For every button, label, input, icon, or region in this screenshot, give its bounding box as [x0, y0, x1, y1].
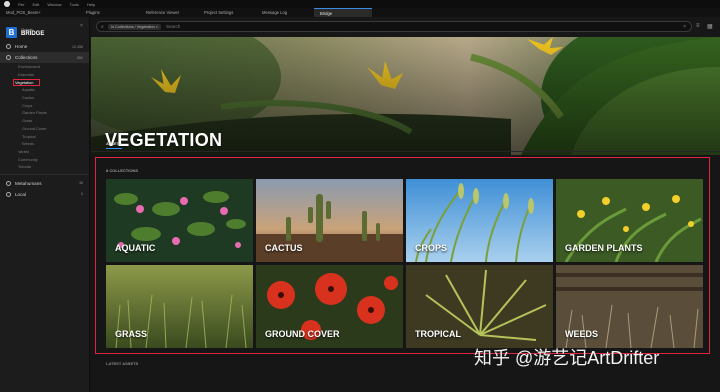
collection-card-grass[interactable]: GRASS	[106, 265, 253, 348]
page-title: VEGETATION	[105, 130, 223, 150]
person-icon	[6, 180, 11, 186]
card-label: GARDEN PLANTS	[565, 243, 643, 253]
menu-edit[interactable]: Edit	[32, 2, 39, 7]
sidebar-item-collections[interactable]: Collections 850	[0, 52, 89, 63]
menu-window[interactable]: Window	[47, 2, 61, 7]
divider	[0, 173, 89, 175]
sidebar-item-varied[interactable]: Varied	[0, 148, 89, 156]
sidebar-item-home[interactable]: Home 12,456	[0, 41, 89, 52]
card-label: GROUND COVER	[265, 329, 340, 339]
menu-tools[interactable]: Tools	[70, 2, 79, 7]
hero-banner: VEGETATION	[91, 37, 720, 155]
tab-level[interactable]: Mod_POS_Bexm+	[0, 8, 80, 17]
menu-help[interactable]: Help	[87, 2, 95, 7]
card-label: AQUATIC	[115, 243, 156, 253]
grid-view-icon[interactable]: ▦	[707, 23, 713, 30]
collection-card-garden-plants[interactable]: GARDEN PLANTS	[556, 179, 703, 262]
tab-assets[interactable]: ASSETS	[106, 141, 122, 146]
card-label: CACTUS	[265, 243, 303, 253]
tab-plugins[interactable]: Plugins	[80, 8, 140, 17]
search-placeholder: Search	[166, 24, 181, 29]
sidebar-item-ground-cover[interactable]: Ground Cover	[0, 125, 89, 133]
filter-chip[interactable]: In Collections / Vegetation ×	[107, 23, 161, 30]
card-label: CROPS	[415, 243, 448, 253]
brand-line2: BRIDGE	[21, 31, 45, 37]
filter-icon[interactable]: ≡	[696, 23, 700, 29]
card-label: GRASS	[115, 329, 148, 339]
folder-icon	[6, 191, 11, 197]
sidebar-item-tutorial[interactable]: Tutorial	[0, 163, 89, 171]
sidebar-item-environment[interactable]: Environment	[0, 63, 89, 71]
search-input[interactable]: ⌕ In Collections / Vegetation × Search ×	[96, 21, 692, 32]
collection-card-weeds[interactable]: WEEDS	[556, 265, 703, 348]
card-label: WEEDS	[565, 329, 599, 339]
sidebar-item-metahumans[interactable]: Metahumans 36	[0, 178, 89, 189]
search-icon: ⌕	[101, 23, 104, 30]
collection-card-tropical[interactable]: TROPICAL	[406, 265, 553, 348]
sidebar-item-cactus[interactable]: Cactus	[0, 94, 89, 102]
collections-icon	[6, 55, 11, 60]
brand: B Quixel BRIDGE ×	[0, 17, 89, 41]
close-icon[interactable]: ×	[80, 23, 83, 29]
divider	[91, 151, 720, 152]
card-label: TROPICAL	[415, 329, 461, 339]
sidebar-item-community[interactable]: Community	[0, 155, 89, 163]
sidebar-item-vegetation[interactable]: Vegetation	[0, 78, 89, 86]
collection-card-aquatic[interactable]: AQUATIC	[106, 179, 253, 262]
clear-icon[interactable]: ×	[683, 24, 686, 30]
sidebar-item-grass[interactable]: Grass	[0, 117, 89, 125]
sidebar-item-crops[interactable]: Crops	[0, 101, 89, 109]
tab-reference-viewer[interactable]: Reference Viewer	[140, 8, 198, 17]
app-logo-icon	[4, 1, 10, 7]
collection-card-crops[interactable]: CROPS	[406, 179, 553, 262]
sidebar-item-weeds[interactable]: Weeds	[0, 140, 89, 148]
collection-card-cactus[interactable]: CACTUS	[256, 179, 403, 262]
collections-count: 8 COLLECTIONS	[106, 168, 139, 173]
tab-bridge[interactable]: Bridge	[314, 8, 372, 17]
menu-bar: File Edit Window Tools Help	[0, 0, 720, 8]
home-icon	[6, 44, 11, 49]
editor-tab-bar: Mod_POS_Bexm+ Plugins Reference Viewer P…	[0, 8, 720, 17]
sidebar: B Quixel BRIDGE × Home 12,456 Collection…	[0, 17, 90, 392]
collection-card-ground-cover[interactable]: GROUND COVER	[256, 265, 403, 348]
main-panel: ⌕ In Collections / Vegetation × Search ×…	[91, 17, 720, 392]
tab-project-settings[interactable]: Project Settings	[198, 8, 256, 17]
menu-file[interactable]: File	[18, 2, 24, 7]
watermark: 知乎 @游艺记ArtDrifter	[474, 348, 660, 368]
bridge-logo-icon: B	[6, 26, 17, 38]
sidebar-item-garden-plants[interactable]: Garden Plants	[0, 109, 89, 117]
sidebar-item-tropical[interactable]: Tropical	[0, 132, 89, 140]
sidebar-item-aquatic[interactable]: Aquatic	[0, 86, 89, 94]
sidebar-item-essential[interactable]: Essential	[0, 71, 89, 79]
sidebar-item-local[interactable]: Local 0	[0, 189, 89, 200]
collections-grid: 8 COLLECTIONS AQUATIC CACTUS CROPS GARDE…	[95, 157, 710, 354]
latest-assets-heading: LATEST ASSETS	[106, 361, 139, 366]
search-row: ⌕ In Collections / Vegetation × Search ×…	[91, 17, 720, 37]
tab-message-log[interactable]: Message Log	[256, 8, 314, 17]
active-tab-indicator	[106, 148, 122, 149]
